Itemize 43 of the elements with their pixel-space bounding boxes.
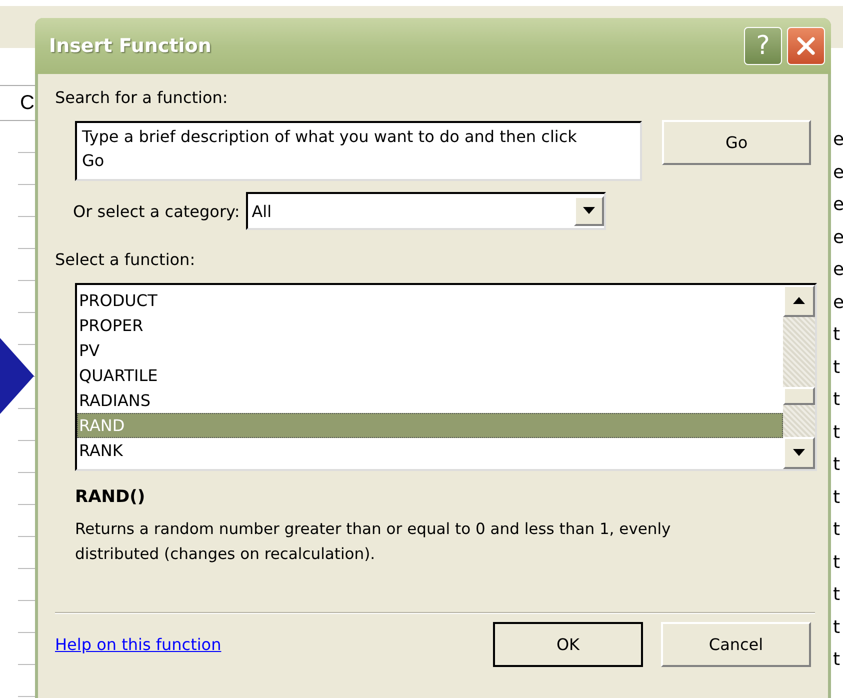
function-description: Returns a random number greater than or equal to 0 and less than 1, evenly distributed (changes on recalculation). — [75, 519, 672, 565]
table-cell-text: e — [833, 128, 843, 152]
table-cell-text: t — [833, 323, 842, 347]
table-cell-text: t — [833, 453, 842, 477]
scroll-down-button[interactable] — [783, 437, 815, 469]
table-cell-text: t — [833, 550, 842, 574]
go-button[interactable]: Go — [662, 120, 811, 165]
table-cell-text: t — [833, 583, 842, 607]
category-label: Or select a category: — [73, 202, 240, 220]
function-list-label: Select a function: — [55, 250, 196, 269]
table-cell-text: t — [833, 420, 842, 444]
help-link[interactable]: Help on this function — [55, 635, 222, 654]
close-icon — [795, 35, 817, 57]
table-cell-text: e — [833, 193, 843, 217]
close-button[interactable] — [787, 27, 825, 65]
search-label: Search for a function: — [55, 88, 229, 107]
scroll-up-button[interactable] — [783, 285, 815, 317]
window-title: Insert Function — [49, 35, 212, 57]
function-signature: RAND() — [75, 487, 146, 507]
scrollbar-thumb[interactable] — [783, 387, 815, 405]
table-cell-text: t — [833, 648, 842, 672]
down-arrow-icon — [793, 449, 805, 457]
table-cell-text: t — [833, 486, 842, 510]
list-item[interactable]: QUARTILE — [77, 363, 783, 388]
table-cell-text: e — [833, 258, 843, 282]
table-cell-text: t — [833, 356, 842, 380]
table-cell-text: e — [833, 226, 843, 250]
list-item[interactable]: RADIANS — [77, 388, 783, 413]
arrow-icon — [0, 338, 36, 414]
list-item[interactable]: PROPER — [77, 313, 783, 338]
list-item[interactable]: RANK — [77, 438, 783, 463]
table-cell-text: t — [833, 388, 842, 412]
list-item[interactable]: PRODUCT — [77, 288, 783, 313]
search-field[interactable]: Type a brief description of what you want to do and then click Go — [75, 121, 642, 181]
table-cell-text: e — [833, 290, 843, 314]
up-arrow-icon — [793, 297, 805, 305]
cancel-button[interactable]: Cancel — [661, 622, 811, 667]
table-cell-text: t — [833, 616, 842, 640]
table-cell-text: e — [833, 160, 843, 184]
ok-button[interactable]: OK — [493, 622, 643, 667]
table-cell-text: t — [833, 518, 842, 542]
category-dropdown[interactable]: All — [246, 192, 606, 230]
list-item[interactable]: PV — [77, 338, 783, 363]
